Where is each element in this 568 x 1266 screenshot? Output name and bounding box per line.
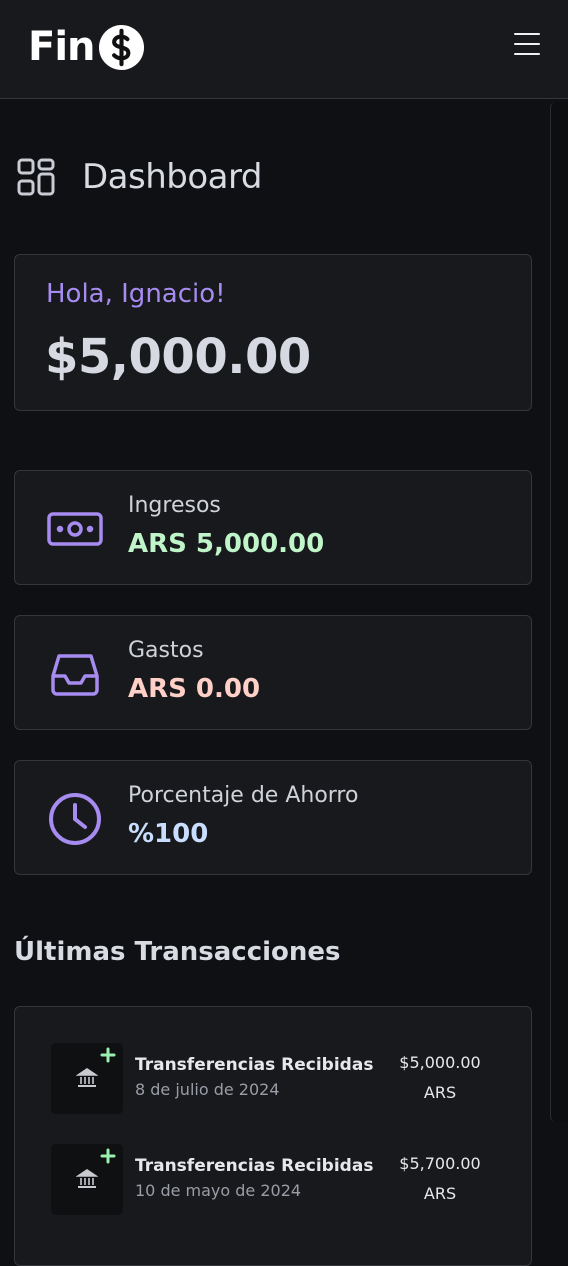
transactions-title: Últimas Transacciones [14,937,341,967]
savings-card: Porcentaje de Ahorro %100 [14,760,532,875]
greeting-text: Hola, Ignacio! [46,279,226,309]
cash-icon [47,512,103,546]
transaction-name: Transferencias Recibidas [135,1055,374,1075]
stat-label: Porcentaje de Ahorro [128,783,359,808]
stat-label: Gastos [128,638,204,663]
transaction-amount: $5,000.00 [399,1053,481,1072]
page-title: Dashboard [82,157,262,197]
bank-icon [76,1169,98,1188]
logo-text: Fin [28,24,96,70]
bank-icon [76,1068,98,1087]
dollar-coin-icon [98,24,144,70]
balance-amount: $5,000.00 [45,329,311,385]
stat-value: ARS 0.00 [128,674,261,704]
transaction-name: Transferencias Recibidas [135,1156,374,1176]
transaction-amount: $5,700.00 [399,1154,481,1173]
stat-value: %100 [128,819,209,849]
page-header: Dashboard [16,155,262,199]
dashboard-grid-icon [17,158,55,196]
transaction-row[interactable]: Transferencias Recibidas 8 de julio de 2… [51,1043,511,1115]
top-navbar: Fin [0,0,568,99]
hamburger-menu-icon[interactable] [514,33,540,55]
stat-label: Ingresos [128,493,221,518]
expenses-card: Gastos ARS 0.00 [14,615,532,730]
transaction-icon-box [51,1043,123,1114]
transactions-card: Transferencias Recibidas 8 de julio de 2… [14,1006,532,1266]
stat-value: ARS 5,000.00 [128,529,325,559]
scrollbar[interactable] [550,102,568,1122]
transaction-row[interactable]: Transferencias Recibidas 10 de mayo de 2… [51,1144,511,1216]
inbox-tray-icon [51,654,99,696]
transaction-icon-box [51,1144,123,1215]
clock-icon [49,793,101,845]
balance-card: Hola, Ignacio! $5,000.00 [14,254,532,411]
transaction-currency: ARS [423,1083,457,1102]
transaction-date: 10 de mayo de 2024 [135,1181,302,1200]
income-card: Ingresos ARS 5,000.00 [14,470,532,585]
transaction-currency: ARS [423,1184,457,1203]
plus-icon [100,1148,116,1164]
transaction-date: 8 de julio de 2024 [135,1080,280,1099]
app-logo[interactable]: Fin [28,22,145,72]
plus-icon [100,1047,116,1063]
